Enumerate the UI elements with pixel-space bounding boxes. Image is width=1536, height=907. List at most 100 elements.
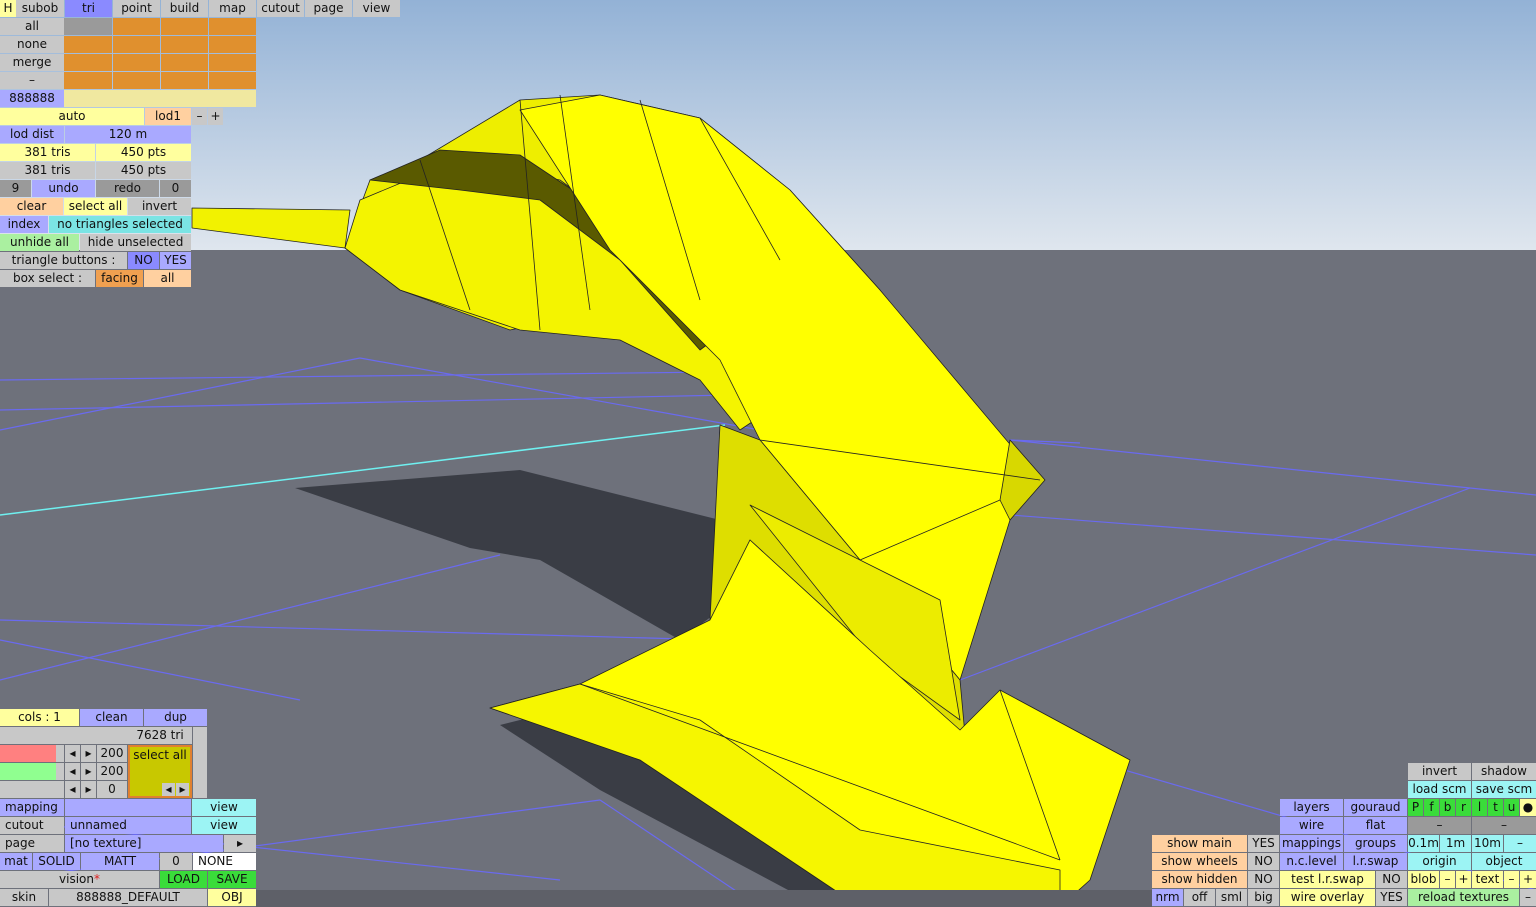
tab-cutout[interactable]: cutout bbox=[257, 0, 304, 17]
material-select-all[interactable]: select all bbox=[133, 748, 187, 762]
layer-p[interactable]: P bbox=[1408, 799, 1423, 816]
cutout-view-button[interactable]: view bbox=[192, 817, 256, 834]
save-scm-button[interactable]: save scm bbox=[1472, 781, 1536, 798]
off-button[interactable]: off bbox=[1184, 889, 1215, 906]
dash-row[interactable]: – bbox=[0, 72, 64, 89]
swatch[interactable] bbox=[209, 54, 256, 71]
color-value[interactable]: 888888 bbox=[0, 90, 64, 107]
arrow-right[interactable]: ▸ bbox=[81, 745, 96, 762]
unhide-all-button[interactable]: unhide all bbox=[0, 234, 79, 251]
mapping-field[interactable] bbox=[65, 799, 191, 816]
dash-button[interactable]: – bbox=[1472, 817, 1536, 834]
arrow-right[interactable]: ▸ bbox=[81, 763, 96, 780]
box-select-all[interactable]: all bbox=[144, 270, 191, 287]
triangle-buttons-yes[interactable]: YES bbox=[160, 252, 191, 269]
clean-button[interactable]: clean bbox=[80, 709, 143, 726]
groups-button[interactable]: groups bbox=[1344, 835, 1407, 852]
solid-button[interactable]: SOLID bbox=[33, 853, 80, 870]
vision-label[interactable]: vision* bbox=[0, 871, 159, 888]
show-hidden-toggle[interactable]: NO bbox=[1248, 871, 1279, 888]
origin-button[interactable]: origin bbox=[1408, 853, 1471, 870]
swatch[interactable] bbox=[64, 54, 112, 71]
lod-minus-button[interactable]: – bbox=[192, 108, 207, 125]
page-texture[interactable]: [no texture] bbox=[65, 835, 223, 852]
swatch[interactable] bbox=[64, 72, 112, 89]
swatch[interactable] bbox=[161, 18, 208, 35]
layer-b[interactable]: b bbox=[1440, 799, 1455, 816]
mat-number[interactable]: 0 bbox=[160, 853, 192, 870]
text-plus-button[interactable]: + bbox=[1520, 871, 1536, 888]
merge-row[interactable]: merge bbox=[0, 54, 64, 71]
tab-build[interactable]: build bbox=[161, 0, 208, 17]
big-button[interactable]: big bbox=[1248, 889, 1279, 906]
arrow-right[interactable]: ▸ bbox=[81, 781, 96, 798]
box-select-facing[interactable]: facing bbox=[96, 270, 143, 287]
h-toggle[interactable]: H bbox=[0, 0, 16, 17]
arrow-left[interactable]: ◂ bbox=[65, 781, 80, 798]
cutout-name[interactable]: unnamed bbox=[65, 817, 191, 834]
text-minus-button[interactable]: – bbox=[1504, 871, 1519, 888]
layer-r[interactable]: r bbox=[1456, 799, 1471, 816]
matt-button[interactable]: MATT bbox=[81, 853, 159, 870]
vision-save-button[interactable]: SAVE bbox=[208, 871, 256, 888]
tab-point[interactable]: point bbox=[113, 0, 160, 17]
dash-button[interactable]: – bbox=[1408, 817, 1471, 834]
select-all-button[interactable]: select all bbox=[64, 198, 127, 215]
swatch[interactable] bbox=[209, 36, 256, 53]
nc-level-button[interactable]: n.c.level bbox=[1280, 853, 1343, 870]
lod-plus-button[interactable]: + bbox=[208, 108, 223, 125]
tab-tri[interactable]: tri bbox=[65, 0, 112, 17]
scale-0.1m-button[interactable]: 0.1m bbox=[1408, 835, 1439, 852]
redo-button[interactable]: redo bbox=[96, 180, 159, 197]
show-main-toggle[interactable]: YES bbox=[1248, 835, 1279, 852]
shadow-button[interactable]: shadow bbox=[1472, 763, 1536, 780]
tab-view[interactable]: view bbox=[353, 0, 400, 17]
swatch[interactable] bbox=[209, 72, 256, 89]
layer-t[interactable]: t bbox=[1488, 799, 1503, 816]
tab-subob[interactable]: subob bbox=[16, 0, 64, 17]
skin-name[interactable]: 888888_DEFAULT bbox=[49, 889, 207, 906]
swatch[interactable] bbox=[64, 36, 112, 53]
arrow-left[interactable]: ◂ bbox=[162, 783, 175, 796]
layer-f[interactable]: f bbox=[1424, 799, 1439, 816]
load-scm-button[interactable]: load scm bbox=[1408, 781, 1471, 798]
triangle-buttons-no[interactable]: NO bbox=[128, 252, 159, 269]
vision-load-button[interactable]: LOAD bbox=[160, 871, 207, 888]
swatch[interactable] bbox=[161, 36, 208, 53]
blob-minus-button[interactable]: – bbox=[1440, 871, 1455, 888]
hide-unselected-button[interactable]: hide unselected bbox=[80, 234, 191, 251]
tab-map[interactable]: map bbox=[209, 0, 256, 17]
swatch[interactable] bbox=[113, 36, 160, 53]
page-arrow-button[interactable]: ▸ bbox=[224, 835, 256, 852]
swatch[interactable] bbox=[64, 18, 112, 35]
lr-swap-button[interactable]: l.r.swap bbox=[1344, 853, 1407, 870]
nrm-button[interactable]: nrm bbox=[1152, 889, 1183, 906]
none-field[interactable]: NONE bbox=[193, 853, 256, 870]
material-scrollbar[interactable] bbox=[193, 727, 207, 798]
flat-button[interactable]: flat bbox=[1344, 817, 1407, 834]
wire-button[interactable]: wire bbox=[1280, 817, 1343, 834]
swatch[interactable] bbox=[113, 72, 160, 89]
3d-viewport[interactable] bbox=[0, 0, 1536, 907]
test-lr-swap-toggle[interactable]: NO bbox=[1376, 871, 1407, 888]
color-field[interactable] bbox=[64, 90, 256, 107]
green-slider[interactable] bbox=[0, 763, 64, 780]
mapping-view-button[interactable]: view bbox=[192, 799, 256, 816]
lod-dist-value[interactable]: 120 m bbox=[65, 126, 191, 143]
swatch[interactable] bbox=[113, 18, 160, 35]
select-all-row[interactable]: all bbox=[0, 18, 64, 35]
swatch[interactable] bbox=[209, 18, 256, 35]
dup-button[interactable]: dup bbox=[144, 709, 207, 726]
mappings-button[interactable]: mappings bbox=[1280, 835, 1343, 852]
tab-page[interactable]: page bbox=[305, 0, 352, 17]
reload-minus-button[interactable]: – bbox=[1520, 889, 1536, 906]
reload-textures-button[interactable]: reload textures bbox=[1408, 889, 1519, 906]
object-button[interactable]: object bbox=[1472, 853, 1536, 870]
index-button[interactable]: index bbox=[0, 216, 48, 233]
scale-minus-button[interactable]: – bbox=[1504, 835, 1536, 852]
invert-button[interactable]: invert bbox=[128, 198, 191, 215]
clear-button[interactable]: clear bbox=[0, 198, 63, 215]
show-wheels-toggle[interactable]: NO bbox=[1248, 853, 1279, 870]
invert-button[interactable]: invert bbox=[1408, 763, 1471, 780]
blob-plus-button[interactable]: + bbox=[1456, 871, 1471, 888]
